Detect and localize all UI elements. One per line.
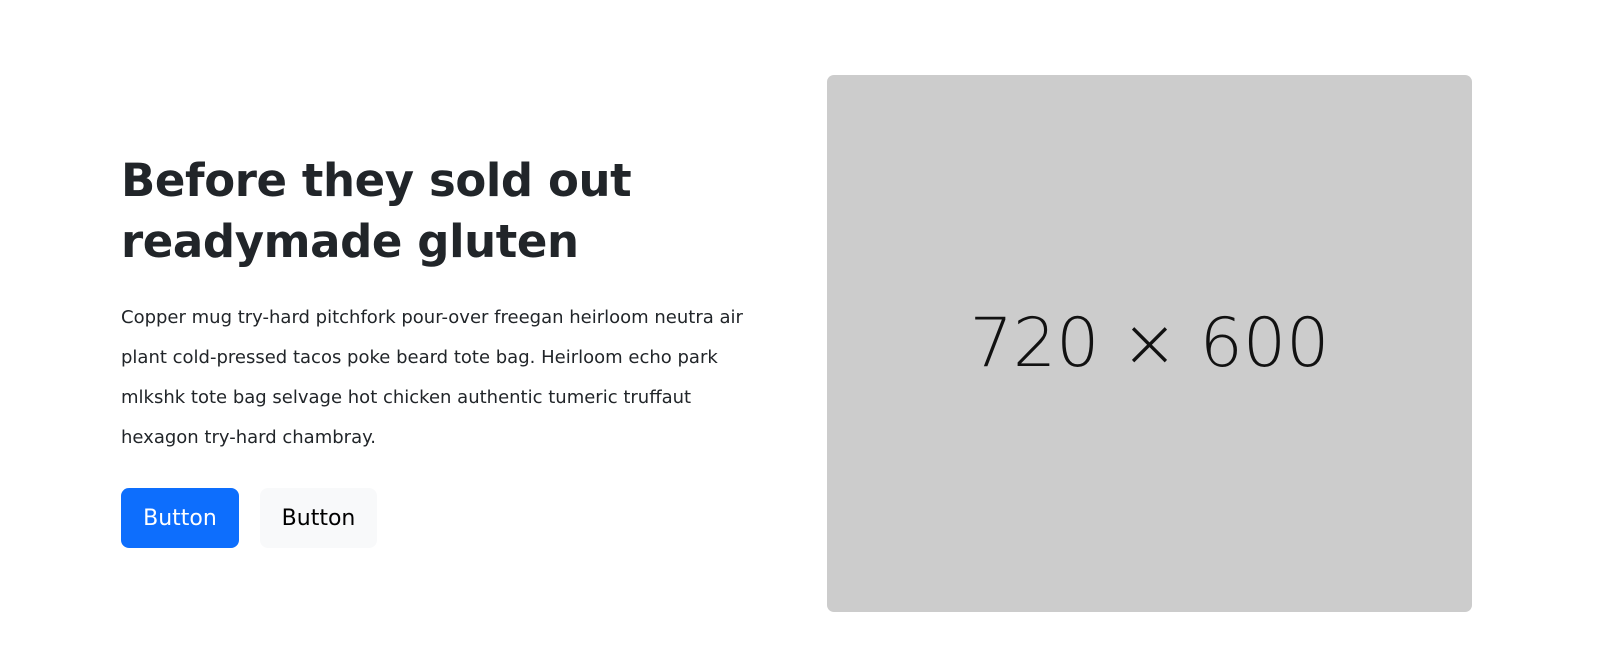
hero-title: Before they sold out readymade gluten: [121, 154, 632, 268]
image-placeholder-label: 720 × 600: [969, 304, 1330, 383]
hero-image-placeholder: 720 × 600: [827, 75, 1472, 612]
primary-button[interactable]: Button: [121, 488, 239, 548]
hero-text-column: Before they sold out readymade gluten Co…: [121, 150, 751, 548]
hero-button-row: Button Button: [121, 488, 751, 548]
secondary-button[interactable]: Button: [260, 488, 377, 548]
hero-description: Copper mug try-hard pitchfork pour-over …: [121, 307, 743, 448]
